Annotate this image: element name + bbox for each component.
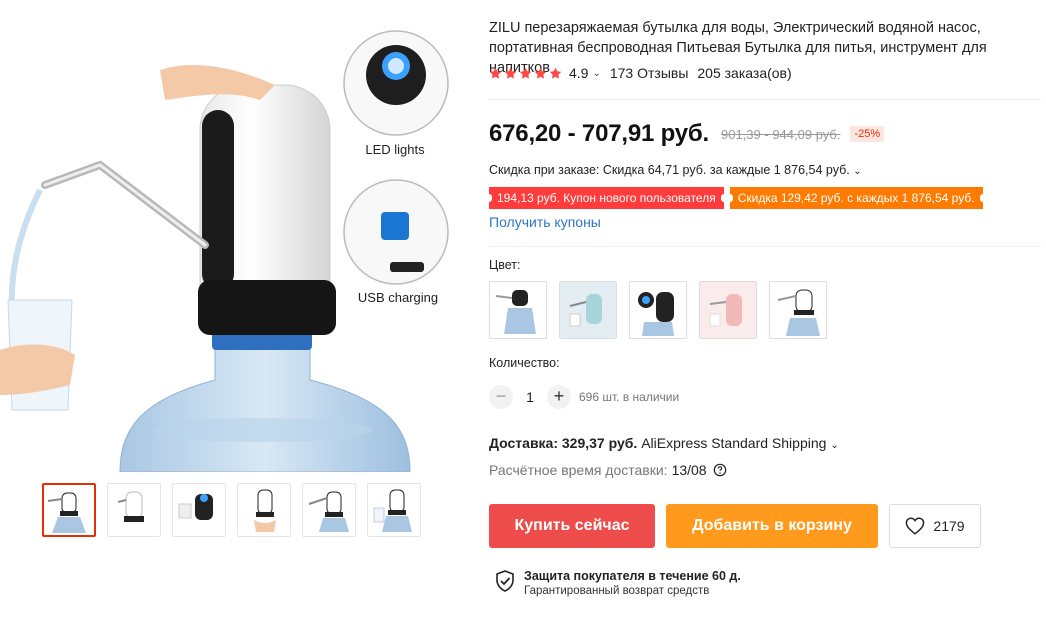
wishlist-count: 2179 xyxy=(933,518,965,534)
wishlist-button[interactable]: 2179 xyxy=(889,504,981,548)
color-swatch-4[interactable] xyxy=(699,281,757,339)
product-illustration: LED lights USB charging xyxy=(0,30,449,472)
swatch-image xyxy=(700,282,756,338)
color-swatches xyxy=(489,281,827,339)
star-icon xyxy=(519,67,532,79)
new-user-coupon[interactable]: 194,13 руб. Купон нового пользователя xyxy=(486,187,727,209)
shipping-price: Доставка: 329,37 руб. xyxy=(489,435,638,451)
led-lights-label: LED lights xyxy=(365,142,425,157)
thumbnail-4[interactable] xyxy=(237,483,291,537)
reviews-count[interactable]: 173 Отзывы xyxy=(610,65,689,81)
action-buttons: Купить сейчас Добавить в корзину 2179 xyxy=(489,504,981,548)
divider xyxy=(489,99,1041,100)
order-discount[interactable]: Скидка при заказе: Скидка 64,71 руб. за … xyxy=(489,163,862,177)
coupon-list: 194,13 руб. Купон нового пользователя Ск… xyxy=(486,187,986,209)
thumbnail-image xyxy=(178,494,213,520)
shield-check-icon xyxy=(496,570,514,592)
increase-quantity-button[interactable]: + xyxy=(547,385,571,409)
swatch-image xyxy=(560,282,616,338)
divider xyxy=(489,246,1041,247)
color-swatch-2[interactable] xyxy=(559,281,617,339)
thumbnail-6[interactable] xyxy=(367,483,421,537)
heart-icon xyxy=(906,517,925,535)
product-gallery: LED lights USB charging xyxy=(0,0,470,617)
thumbnail-image xyxy=(254,489,276,532)
color-swatch-5[interactable] xyxy=(769,281,827,339)
shipping-method[interactable]: AliExpress Standard Shipping xyxy=(641,435,826,451)
swatch-image xyxy=(638,292,674,336)
usb-charging-label: USB charging xyxy=(358,290,438,305)
star-icon xyxy=(504,67,517,79)
buy-now-button[interactable]: Купить сейчас xyxy=(489,504,655,548)
thumbnail-strip xyxy=(42,483,421,537)
swatch-image xyxy=(495,290,536,334)
add-to-cart-button[interactable]: Добавить в корзину xyxy=(666,504,878,548)
star-icon xyxy=(534,67,547,79)
discount-badge: -25% xyxy=(850,126,885,142)
quantity-stepper: − 1 + 696 шт. в наличии xyxy=(489,385,679,409)
current-price: 676,20 - 707,91 руб. xyxy=(489,120,709,147)
orders-count: 205 заказа(ов) xyxy=(697,65,792,81)
buyer-protection: Защита покупателя в течение 60 д. Гарант… xyxy=(495,568,741,599)
rating-row: 4.9 ⌄ 173 Отзывы 205 заказа(ов) xyxy=(489,65,792,81)
thumbnail-3[interactable] xyxy=(172,483,226,537)
decrease-quantity-button[interactable]: − xyxy=(489,385,513,409)
delivery-time: Расчётное время доставки: 13/08 xyxy=(489,462,727,478)
delivery-label: Расчётное время доставки: xyxy=(489,462,668,478)
star-icon xyxy=(489,67,502,79)
chevron-down-icon[interactable]: ⌄ xyxy=(592,68,600,79)
thumbnail-1[interactable] xyxy=(42,483,96,537)
order-discount-text: Скидка при заказе: Скидка 64,71 руб. за … xyxy=(489,163,850,177)
get-coupons-link[interactable]: Получить купоны xyxy=(489,214,601,230)
stock-count: 696 шт. в наличии xyxy=(579,390,680,404)
rating-value[interactable]: 4.9 xyxy=(569,65,588,81)
rating-stars xyxy=(489,67,562,80)
quantity-value[interactable]: 1 xyxy=(513,389,547,405)
star-icon xyxy=(549,67,562,79)
chevron-down-icon[interactable]: ⌄ xyxy=(830,440,838,451)
thumbnail-2[interactable] xyxy=(107,483,161,537)
protection-title: Защита покупателя в течение 60 д. xyxy=(524,569,741,583)
thumbnail-image xyxy=(47,492,86,533)
protection-subtitle: Гарантированный возврат средств xyxy=(524,585,710,597)
shipping-info: Доставка: 329,37 руб. AliExpress Standar… xyxy=(489,435,839,451)
color-swatch-1[interactable] xyxy=(489,281,547,339)
price-row: 676,20 - 707,91 руб. 901,39 - 944,09 руб… xyxy=(489,120,885,148)
delivery-date: 13/08 xyxy=(671,462,707,478)
color-label: Цвет: xyxy=(489,258,521,272)
original-price: 901,39 - 944,09 руб. xyxy=(721,126,841,142)
thumbnail-5[interactable] xyxy=(302,483,356,537)
swatch-image xyxy=(777,289,820,336)
thumbnail-image xyxy=(117,491,144,522)
thumbnail-image xyxy=(308,491,349,532)
thumbnail-image xyxy=(373,489,412,532)
store-discount-coupon[interactable]: Скидка 129,42 руб. с каждых 1 876,54 руб… xyxy=(726,187,986,209)
quantity-label: Количество: xyxy=(489,356,560,370)
chevron-down-icon: ⌄ xyxy=(853,166,862,177)
color-swatch-3[interactable] xyxy=(629,281,687,339)
main-product-image[interactable]: LED lights USB charging xyxy=(0,0,458,472)
question-icon[interactable] xyxy=(713,463,727,477)
